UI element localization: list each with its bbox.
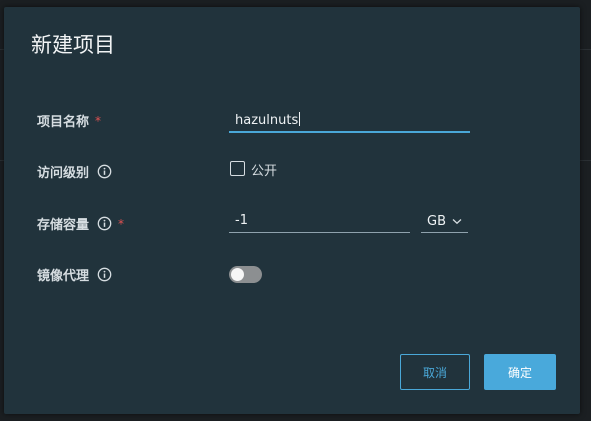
info-circle-icon[interactable] [97,164,112,179]
storage-quota-value: -1 [235,213,248,228]
dialog-title: 新建项目 [31,33,115,57]
storage-unit-value: GB [427,214,446,229]
toggle-knob [231,268,244,281]
project-name-label: 项目名称 [37,115,90,130]
required-mark: * [118,216,125,231]
info-circle-icon[interactable] [97,267,112,282]
access-level-label-row: 访问级别 [37,162,112,181]
project-name-value: hazulnuts [235,113,299,128]
cancel-button[interactable]: 取消 [400,354,470,390]
mirror-proxy-label: 镜像代理 [37,269,90,284]
project-name-label-row: 项目名称 * [37,111,102,131]
storage-quota-label-row: 存储容量 * [37,214,125,234]
project-name-input[interactable]: hazulnuts [229,107,470,133]
text-caret [299,112,301,126]
storage-quota-input[interactable]: -1 [229,208,410,233]
required-mark: * [95,113,102,128]
new-project-dialog: 新建项目 项目名称 * hazulnuts 访问级别 公开 存储容量 * -1 … [4,7,580,414]
mirror-proxy-toggle[interactable] [229,266,262,283]
storage-unit-select[interactable]: GB [421,211,468,233]
chevron-down-icon [452,219,462,225]
confirm-button[interactable]: 确定 [484,354,556,390]
access-level-label: 访问级别 [37,166,90,181]
info-circle-icon[interactable] [97,216,112,231]
public-checkbox[interactable] [230,161,245,176]
mirror-proxy-label-row: 镜像代理 [37,265,112,284]
public-checkbox-label[interactable]: 公开 [251,160,277,179]
storage-quota-label: 存储容量 [37,218,90,233]
